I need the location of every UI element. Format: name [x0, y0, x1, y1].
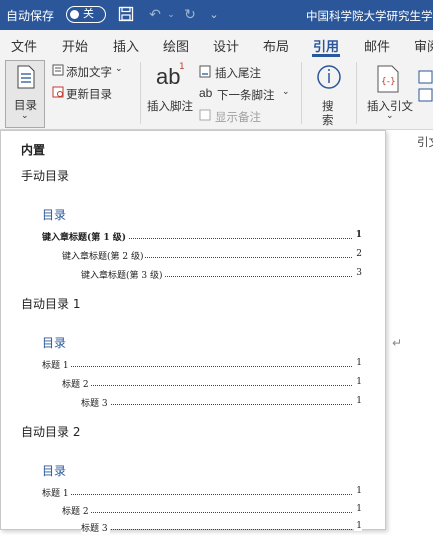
toc-gallery: 内置 手动目录 目录 键入章标题(第 1 级) 1 键入章标题(第 2 级) 2…: [0, 130, 386, 534]
autosave-label: 自动保存: [6, 9, 55, 23]
toc-preview-title: 目录: [42, 336, 67, 350]
toc-entry-page: 1: [353, 230, 362, 240]
add-text-icon: [52, 64, 64, 79]
toc-entry-page: 2: [354, 249, 362, 259]
auto-toc-1-heading: 自动目录 1: [21, 297, 81, 311]
toc-entry-level-2: 键入章标题(第 2 级) 2: [62, 249, 362, 263]
document-title: 中国科学院大学研究生学: [306, 9, 433, 23]
toc-entry-page: 1: [354, 396, 362, 406]
toc-entry-text: 标题 3: [81, 396, 110, 409]
toc-entry-level-2: 标题 2 1: [62, 504, 362, 518]
auto-toc-1-option[interactable]: 目录 标题 1 1 标题 2 1 标题 3 1: [21, 317, 371, 410]
toc-entry-text: 键入章标题(第 1 级): [42, 230, 129, 243]
tab-home[interactable]: 开始: [62, 36, 88, 55]
insert-citation-icon: {-}: [376, 65, 400, 96]
toc-entry-level-2: 标题 2 1: [62, 377, 362, 391]
toc-entry-page: 1: [354, 358, 362, 368]
auto-toc-2-option[interactable]: 目录 标题 1 1 标题 2 1 标题 3 1: [21, 445, 371, 534]
toc-entry-level-3: 标题 3 1: [81, 521, 362, 535]
insert-endnote-button[interactable]: 插入尾注: [215, 65, 261, 81]
manage-sources-icon[interactable]: [418, 70, 433, 87]
toc-entry-text: 键入章标题(第 2 级): [62, 249, 146, 262]
toc-entry-text: 标题 3: [81, 521, 110, 534]
ribbon-tabs: 文件 开始 插入 绘图 设计 布局 引用 邮件 审阅: [0, 30, 433, 58]
toc-preview-title: 目录: [42, 208, 67, 222]
group-divider: [301, 62, 302, 124]
show-notes-button[interactable]: 显示备注: [215, 109, 261, 125]
toc-entry-text: 键入章标题(第 3 级): [81, 268, 165, 281]
paragraph-mark-icon: ↵: [392, 336, 403, 350]
dot-leader: [42, 494, 352, 495]
builtin-section-label: 内置: [21, 143, 46, 157]
tab-review[interactable]: 审阅: [414, 36, 433, 55]
toc-entry-level-3: 键入章标题(第 3 级) 3: [81, 268, 362, 282]
toc-entry-text: 标题 1: [42, 486, 71, 499]
next-footnote-dropdown-icon[interactable]: ⌄: [282, 87, 290, 97]
toc-entry-page: 1: [354, 377, 362, 387]
toggle-knob: [70, 9, 79, 19]
search-icon: [315, 64, 343, 95]
toc-entry-page: 1: [354, 486, 362, 496]
redo-icon[interactable]: ↻: [181, 6, 199, 24]
add-text-dropdown-icon[interactable]: ⌄: [115, 64, 123, 74]
insert-endnote-icon: [199, 65, 211, 81]
tab-design[interactable]: 设计: [213, 36, 239, 55]
toc-entry-text: 标题 1: [42, 358, 71, 371]
ribbon: 目录 ⌄ 添加文字 ⌄ 更新目录 ab 1 插入脚注 插入尾注 ab 下一条脚注…: [0, 58, 433, 149]
toc-entry-level-1: 标题 1 1: [42, 358, 362, 372]
add-text-button[interactable]: 添加文字: [66, 64, 112, 80]
dot-leader: [62, 385, 352, 386]
toc-entry-level-1: 键入章标题(第 1 级) 1: [42, 230, 362, 244]
next-footnote-button[interactable]: 下一条脚注: [217, 87, 275, 103]
toc-entry-level-3: 标题 3 1: [81, 396, 362, 410]
undo-dropdown-icon[interactable]: ⌄: [162, 6, 180, 24]
toc-entry-page: 3: [354, 268, 362, 278]
tab-references[interactable]: 引用: [313, 36, 339, 55]
svg-text:{-}: {-}: [381, 77, 396, 87]
toc-entry-text: 标题 2: [62, 377, 91, 390]
tab-file[interactable]: 文件: [11, 36, 37, 55]
citations-group-label: 引文: [417, 135, 433, 149]
toc-preview-title: 目录: [42, 464, 67, 478]
show-notes-icon: [199, 109, 211, 124]
group-divider: [140, 62, 141, 124]
autosave-state: 关: [83, 7, 94, 20]
dot-leader: [42, 366, 352, 367]
tab-layout[interactable]: 布局: [263, 36, 289, 55]
toc-entry-page: 1: [354, 504, 362, 514]
search-button-label-2[interactable]: 索: [322, 112, 334, 128]
toc-entry-text: 标题 2: [62, 504, 91, 517]
next-footnote-icon: ab: [199, 86, 213, 100]
footnote-superscript: 1: [179, 62, 185, 72]
dot-leader: [62, 512, 352, 513]
tab-insert[interactable]: 插入: [113, 36, 139, 55]
toc-icon: [17, 65, 35, 89]
manual-toc-option[interactable]: 目录 键入章标题(第 1 级) 1 键入章标题(第 2 级) 2 键入章标题(第…: [21, 189, 371, 282]
chevron-down-icon: ⌄: [21, 111, 29, 121]
save-icon[interactable]: [117, 6, 135, 24]
insert-citation-dropdown-icon[interactable]: ⌄: [386, 111, 394, 121]
update-toc-button[interactable]: 更新目录: [66, 86, 112, 102]
customize-toolbar-icon[interactable]: ⌄: [205, 6, 223, 24]
auto-toc-2-heading: 自动目录 2: [21, 425, 81, 439]
title-bar: 自动保存 关 ↶ ⌄ ↻ ⌄ 中国科学院大学研究生学: [0, 0, 433, 30]
footnote-icon: ab: [156, 64, 181, 89]
style-icon[interactable]: [418, 88, 433, 105]
dot-leader: [81, 404, 352, 405]
tab-draw[interactable]: 绘图: [163, 36, 189, 55]
autosave-toggle[interactable]: 关: [66, 6, 106, 23]
toc-entry-level-1: 标题 1 1: [42, 486, 362, 500]
group-divider: [356, 62, 357, 124]
active-tab-indicator: [312, 54, 340, 57]
insert-footnote-button[interactable]: 插入脚注: [147, 98, 193, 114]
toc-button[interactable]: 目录 ⌄: [5, 60, 45, 128]
manual-toc-heading: 手动目录: [21, 169, 70, 183]
tab-mailings[interactable]: 邮件: [364, 36, 390, 55]
update-toc-icon: [52, 86, 64, 101]
